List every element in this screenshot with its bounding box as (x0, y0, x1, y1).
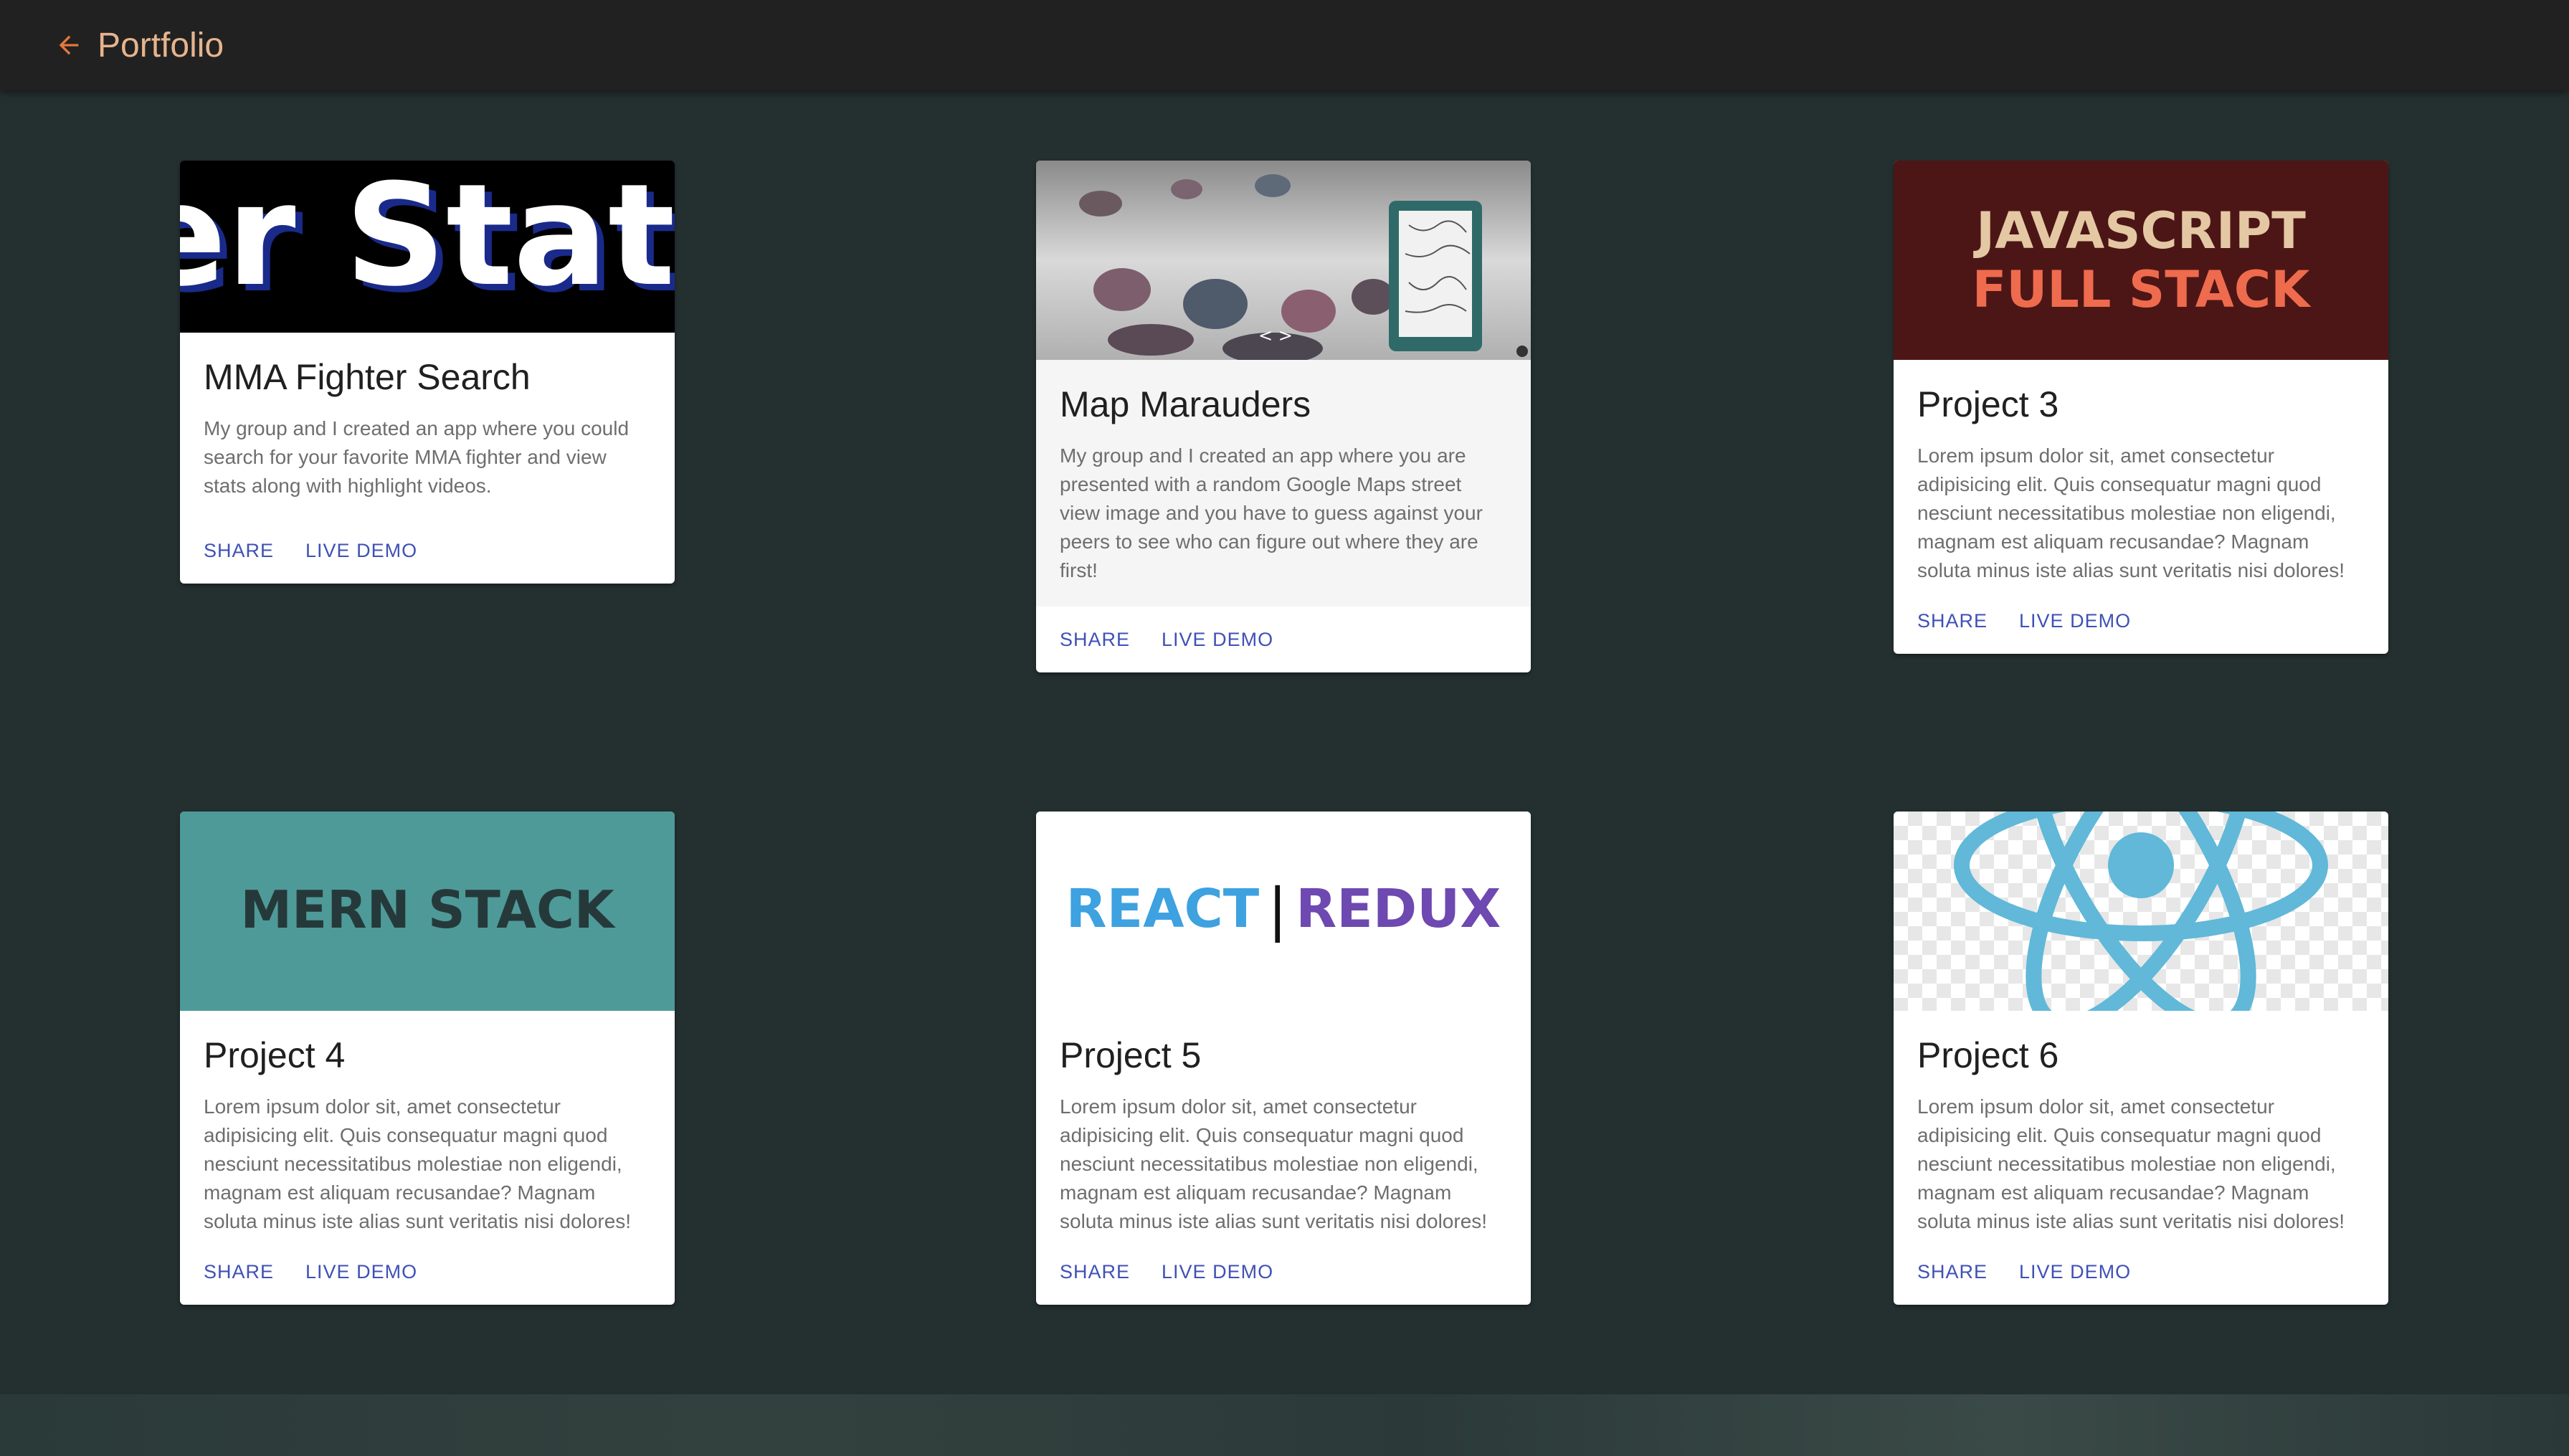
card-description: Lorem ipsum dolor sit, amet consectetur … (1917, 444, 2345, 581)
live-demo-button[interactable]: LIVE DEMO (2019, 1261, 2131, 1283)
page-title: Portfolio (98, 26, 224, 65)
card-image-mma: er Stat er Stat (180, 161, 675, 333)
mern-stack-label: MERN STACK (240, 880, 614, 940)
card-title: MMA Fighter Search (204, 357, 531, 397)
share-button[interactable]: SHARE (1917, 1261, 1988, 1283)
live-demo-button[interactable]: LIVE DEMO (2019, 610, 2131, 632)
project-card-4: MERN STACK Project 4 Lorem ipsum dolor s… (180, 812, 675, 1305)
card-title: Project 3 (1917, 384, 2059, 424)
card-image-mern: MERN STACK (180, 812, 675, 1011)
card-description: Lorem ipsum dolor sit, amet consectetur … (204, 1095, 632, 1232)
card-image-react-redux: REACT | REDUX (1036, 812, 1531, 1011)
live-demo-button[interactable]: LIVE DEMO (1162, 1261, 1273, 1283)
project-card-mma: er Stat er Stat MMA Fighter Search My gr… (180, 161, 675, 584)
mma-banner-image: er Stat er Stat (180, 161, 675, 333)
street-view-photo: < > (1036, 161, 1531, 360)
redux-label: REDUX (1296, 878, 1501, 940)
share-button[interactable]: SHARE (1060, 629, 1130, 651)
card-description: My group and I created an app where you … (1060, 444, 1483, 581)
separator-label: | (1268, 875, 1288, 943)
share-button[interactable]: SHARE (1917, 610, 1988, 632)
card-title: Project 6 (1917, 1035, 2059, 1075)
svg-text:< >: < > (1258, 325, 1293, 346)
card-title: Map Marauders (1060, 384, 1311, 424)
react-label: REACT (1065, 878, 1260, 940)
project-card-map-marauders: < > Map Marauders My group and I created… (1036, 161, 1531, 672)
project-card-3: JAVASCRIPT FULL STACK Project 3 Lorem ip… (1894, 161, 2388, 654)
card-description: Lorem ipsum dolor sit, amet consectetur … (1060, 1095, 1488, 1232)
arrow-left-icon (59, 35, 79, 55)
javascript-label: JAVASCRIPT (1976, 201, 2306, 260)
share-button[interactable]: SHARE (204, 1261, 274, 1283)
live-demo-button[interactable]: LIVE DEMO (305, 540, 417, 562)
live-demo-button[interactable]: LIVE DEMO (1162, 629, 1273, 651)
full-stack-label: FULL STACK (1972, 260, 2310, 319)
back-button[interactable] (47, 24, 90, 67)
footer-background (0, 1394, 2569, 1456)
project-card-5: REACT | REDUX Project 5 Lorem ipsum dolo… (1036, 812, 1531, 1305)
card-image-javascript: JAVASCRIPT FULL STACK (1894, 161, 2388, 360)
card-description: Lorem ipsum dolor sit, amet consectetur … (1917, 1095, 2345, 1232)
card-title: Project 4 (204, 1035, 346, 1075)
share-button[interactable]: SHARE (1060, 1261, 1130, 1283)
live-demo-button[interactable]: LIVE DEMO (305, 1261, 417, 1283)
app-bar: Portfolio (0, 0, 2569, 90)
card-description: My group and I created an app where you … (204, 417, 630, 497)
share-button[interactable]: SHARE (204, 540, 274, 562)
card-image-react (1894, 812, 2388, 1011)
project-card-6: Project 6 Lorem ipsum dolor sit, amet co… (1894, 812, 2388, 1305)
card-title: Project 5 (1060, 1035, 1202, 1075)
react-atom-icon (1954, 812, 2328, 1011)
svg-text:er Stat: er Stat (180, 161, 675, 318)
card-image-map: < > (1036, 161, 1531, 360)
